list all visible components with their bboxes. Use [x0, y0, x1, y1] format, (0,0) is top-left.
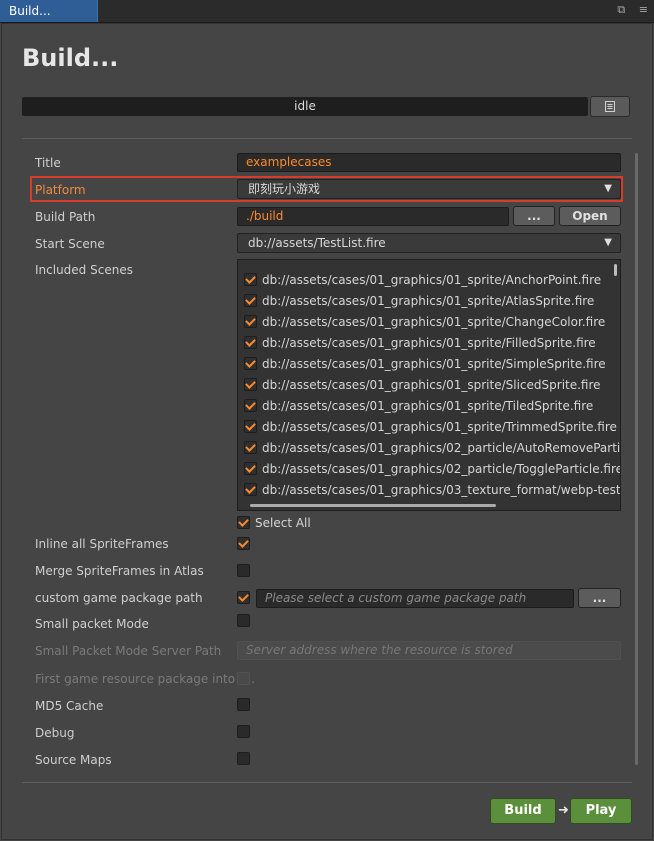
- title-label: Title: [35, 156, 61, 170]
- select-all-row[interactable]: Select All: [237, 512, 311, 533]
- md5-cache-label: MD5 Cache: [35, 699, 104, 713]
- play-button[interactable]: Play: [570, 798, 632, 824]
- chevron-down-icon: ▼: [604, 183, 612, 194]
- inline-spriteframes-checkbox[interactable]: [237, 537, 250, 550]
- start-scene-select[interactable]: db://assets/TestList.fire ▼: [237, 233, 621, 253]
- divider: [22, 782, 632, 783]
- md5-cache-checkbox[interactable]: [237, 698, 250, 711]
- scene-checkbox[interactable]: [244, 294, 257, 307]
- chevron-down-icon: ▼: [604, 237, 612, 248]
- scenes-horizontal-scrollbar[interactable]: [250, 504, 496, 507]
- tab-build[interactable]: Build...: [0, 0, 98, 22]
- build-progress-bar: idle: [22, 97, 588, 116]
- scene-checkbox[interactable]: [244, 483, 257, 496]
- list-item[interactable]: db://assets/cases/01_graphics/01_sprite/…: [244, 374, 601, 395]
- list-item[interactable]: db://assets/cases/01_graphics/01_sprite/…: [244, 395, 593, 416]
- scenes-vertical-scrollbar[interactable]: [614, 264, 617, 276]
- select-all-checkbox[interactable]: [237, 516, 250, 529]
- scene-checkbox[interactable]: [244, 357, 257, 370]
- arrow-right-icon: ➜: [558, 803, 569, 818]
- included-scenes-label: Included Scenes: [35, 263, 133, 277]
- custom-package-checkbox[interactable]: [237, 591, 250, 604]
- platform-value: 即刻玩小游戏: [248, 182, 321, 196]
- list-item[interactable]: db://assets/cases/01_graphics/01_sprite/…: [244, 269, 601, 290]
- source-maps-label: Source Maps: [35, 753, 112, 767]
- first-package-checkbox: [237, 672, 250, 685]
- divider: [22, 138, 632, 139]
- platform-label: Platform: [35, 183, 86, 197]
- platform-select[interactable]: 即刻玩小游戏 ▼: [237, 179, 621, 199]
- log-file-icon: [605, 101, 615, 112]
- list-item[interactable]: db://assets/cases/01_graphics/01_sprite/…: [244, 290, 594, 311]
- list-item[interactable]: db://assets/cases/01_graphics/01_sprite/…: [244, 311, 605, 332]
- page-title: Build...: [22, 44, 119, 72]
- open-build-path-button[interactable]: Open: [559, 206, 621, 226]
- small-packet-checkbox[interactable]: [237, 614, 250, 627]
- list-item[interactable]: db://assets/cases/01_graphics/01_sprite/…: [244, 353, 606, 374]
- scene-checkbox[interactable]: [244, 399, 257, 412]
- scene-checkbox[interactable]: [244, 462, 257, 475]
- first-package-label: First game resource package into t...: [35, 672, 256, 686]
- scene-checkbox[interactable]: [244, 420, 257, 433]
- small-packet-server-input: Server address where the resource is sto…: [237, 641, 621, 660]
- scene-checkbox[interactable]: [244, 273, 257, 286]
- small-packet-server-label: Small Packet Mode Server Path: [35, 644, 222, 658]
- scene-checkbox[interactable]: [244, 315, 257, 328]
- inline-spriteframes-label: Inline all SpriteFrames: [35, 537, 169, 551]
- build-path-label: Build Path: [35, 210, 96, 224]
- list-item[interactable]: db://assets/cases/01_graphics/02_particl…: [244, 437, 620, 458]
- scene-checkbox[interactable]: [244, 336, 257, 349]
- build-button[interactable]: Build: [490, 798, 556, 824]
- start-scene-label: Start Scene: [35, 237, 105, 251]
- included-scenes-list[interactable]: db://assets/cases/01_graphics/01_sprite/…: [237, 259, 621, 511]
- list-item[interactable]: db://assets/cases/01_graphics/02_particl…: [244, 458, 620, 479]
- browse-build-path-button[interactable]: ...: [513, 206, 555, 226]
- start-scene-value: db://assets/TestList.fire: [248, 236, 386, 250]
- list-item[interactable]: db://assets/cases/01_graphics/01_sprite/…: [244, 332, 596, 353]
- merge-spriteframes-checkbox[interactable]: [237, 564, 250, 577]
- build-path-input[interactable]: ./build: [237, 207, 509, 226]
- source-maps-checkbox[interactable]: [237, 752, 250, 765]
- list-item[interactable]: db://assets/cases/01_graphics/01_sprite/…: [244, 416, 617, 437]
- panel-scrollbar[interactable]: [635, 153, 638, 765]
- custom-package-input[interactable]: Please select a custom game package path: [256, 589, 574, 608]
- debug-label: Debug: [35, 726, 75, 740]
- debug-checkbox[interactable]: [237, 725, 250, 738]
- tab-bar: Build... ⧉ ≡: [0, 0, 654, 23]
- scene-checkbox[interactable]: [244, 441, 257, 454]
- menu-icon[interactable]: ≡: [639, 3, 648, 16]
- popout-icon[interactable]: ⧉: [617, 3, 625, 16]
- small-packet-label: Small packet Mode: [35, 617, 149, 631]
- custom-package-label: custom game package path: [35, 591, 203, 605]
- scene-checkbox[interactable]: [244, 378, 257, 391]
- title-input[interactable]: examplecases: [237, 153, 621, 172]
- browse-custom-package-button[interactable]: ...: [578, 588, 621, 608]
- merge-spriteframes-label: Merge SpriteFrames in Atlas: [35, 564, 204, 578]
- open-log-button[interactable]: [590, 96, 630, 117]
- list-item[interactable]: db://assets/cases/01_graphics/03_texture…: [244, 479, 620, 500]
